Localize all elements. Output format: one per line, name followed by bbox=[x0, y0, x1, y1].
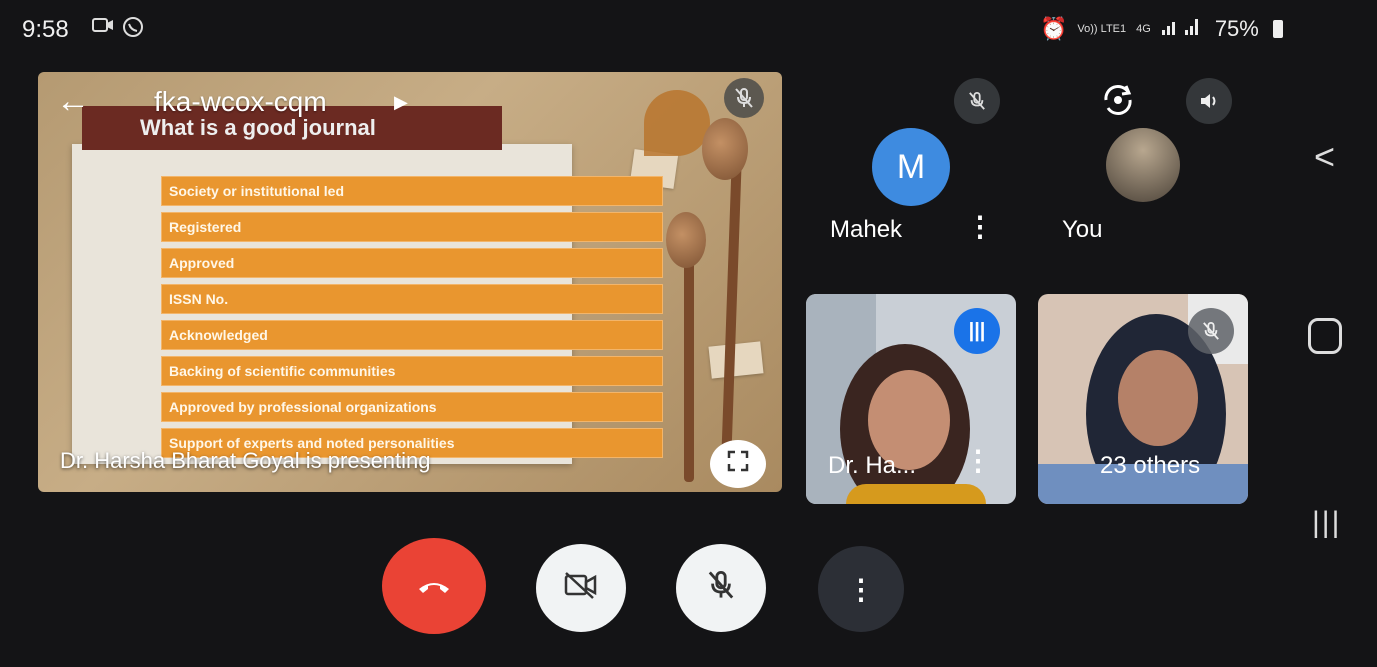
battery-icon bbox=[1272, 20, 1283, 38]
status-right: ⏰ Vo)) LTE1 4G 75% bbox=[1040, 16, 1283, 42]
participant-face bbox=[1118, 350, 1198, 446]
fullscreen-button[interactable] bbox=[710, 440, 766, 488]
participant-clothing bbox=[846, 484, 986, 504]
slide-bullet: Society or institutional led bbox=[161, 176, 663, 206]
nav-recents-icon[interactable]: ||| bbox=[1312, 506, 1341, 540]
slide-bullet-list: Society or institutional led Registered … bbox=[161, 176, 663, 464]
stick-decoration bbox=[684, 232, 694, 482]
meeting-code[interactable]: fka-wcox-cqm bbox=[154, 86, 327, 118]
back-arrow-icon[interactable]: ← bbox=[56, 82, 90, 121]
video-icon bbox=[92, 16, 114, 44]
slide-bullet: Backing of scientific communities bbox=[161, 356, 663, 386]
chevron-right-icon[interactable]: ▶ bbox=[394, 92, 408, 113]
volte-label: Vo)) LTE1 bbox=[1077, 22, 1127, 35]
slide-bullet: Acknowledged bbox=[161, 320, 663, 350]
presentation-tile[interactable]: What is a good journal ← fka-wcox-cqm ▶ … bbox=[38, 72, 782, 492]
status-time: 9:58 bbox=[22, 16, 69, 43]
end-call-icon bbox=[417, 569, 451, 603]
more-options-button[interactable]: ⋮ bbox=[818, 546, 904, 632]
participant-tile-others[interactable]: 23 others bbox=[1038, 294, 1248, 504]
fullscreen-icon bbox=[727, 450, 749, 478]
more-vert-icon: ⋮ bbox=[847, 573, 875, 605]
mic-off-icon bbox=[724, 78, 764, 118]
speaker-icon[interactable] bbox=[1186, 78, 1232, 124]
speaking-indicator-icon: ||| bbox=[954, 308, 1000, 354]
mic-off-icon bbox=[954, 78, 1000, 124]
slide-bullet: Approved by professional organizations bbox=[161, 392, 663, 422]
status-left-icons bbox=[92, 16, 144, 44]
slide-bullet: Approved bbox=[161, 248, 663, 278]
more-vert-icon[interactable]: ⋮ bbox=[964, 444, 992, 477]
nav-back-icon[interactable]: < bbox=[1314, 136, 1335, 178]
camera-off-icon bbox=[563, 570, 599, 607]
whatsapp-icon bbox=[122, 16, 144, 44]
mic-toggle-button[interactable] bbox=[676, 544, 766, 632]
more-vert-icon[interactable]: ⋮ bbox=[966, 210, 994, 243]
stick-decoration bbox=[720, 163, 742, 485]
signal-icon bbox=[1161, 16, 1205, 42]
participant-name: You bbox=[1062, 216, 1103, 243]
mic-off-icon bbox=[707, 569, 735, 608]
camera-toggle-button[interactable] bbox=[536, 544, 626, 632]
avatar-you bbox=[1106, 128, 1180, 202]
pinecone-decoration bbox=[666, 212, 706, 268]
participant-tile-harsha[interactable]: ||| Dr. Ha... ⋮ bbox=[806, 294, 1016, 504]
leaf-decoration bbox=[644, 90, 710, 156]
participant-name: Dr. Ha... bbox=[828, 452, 917, 479]
participant-tile-mahek[interactable]: M Mahek ⋮ bbox=[806, 72, 1016, 272]
slide-note bbox=[708, 341, 764, 379]
pinecone-decoration bbox=[702, 118, 748, 180]
slide-bullet: ISSN No. bbox=[161, 284, 663, 314]
avatar-mahek: M bbox=[872, 128, 950, 206]
alarm-icon: ⏰ bbox=[1040, 16, 1068, 41]
participant-name: Mahek bbox=[830, 216, 903, 243]
end-call-button[interactable] bbox=[382, 538, 486, 634]
switch-camera-icon[interactable] bbox=[1098, 80, 1138, 129]
others-count: 23 others bbox=[1100, 452, 1201, 479]
mic-off-icon bbox=[1188, 308, 1234, 354]
nav-home-icon[interactable] bbox=[1308, 318, 1342, 354]
network-label: 4G bbox=[1136, 22, 1151, 35]
slide-bullet: Registered bbox=[161, 212, 663, 242]
battery-text: 75% bbox=[1214, 16, 1259, 41]
presenting-label: Dr. Harsha Bharat Goyal is presenting bbox=[60, 448, 431, 473]
